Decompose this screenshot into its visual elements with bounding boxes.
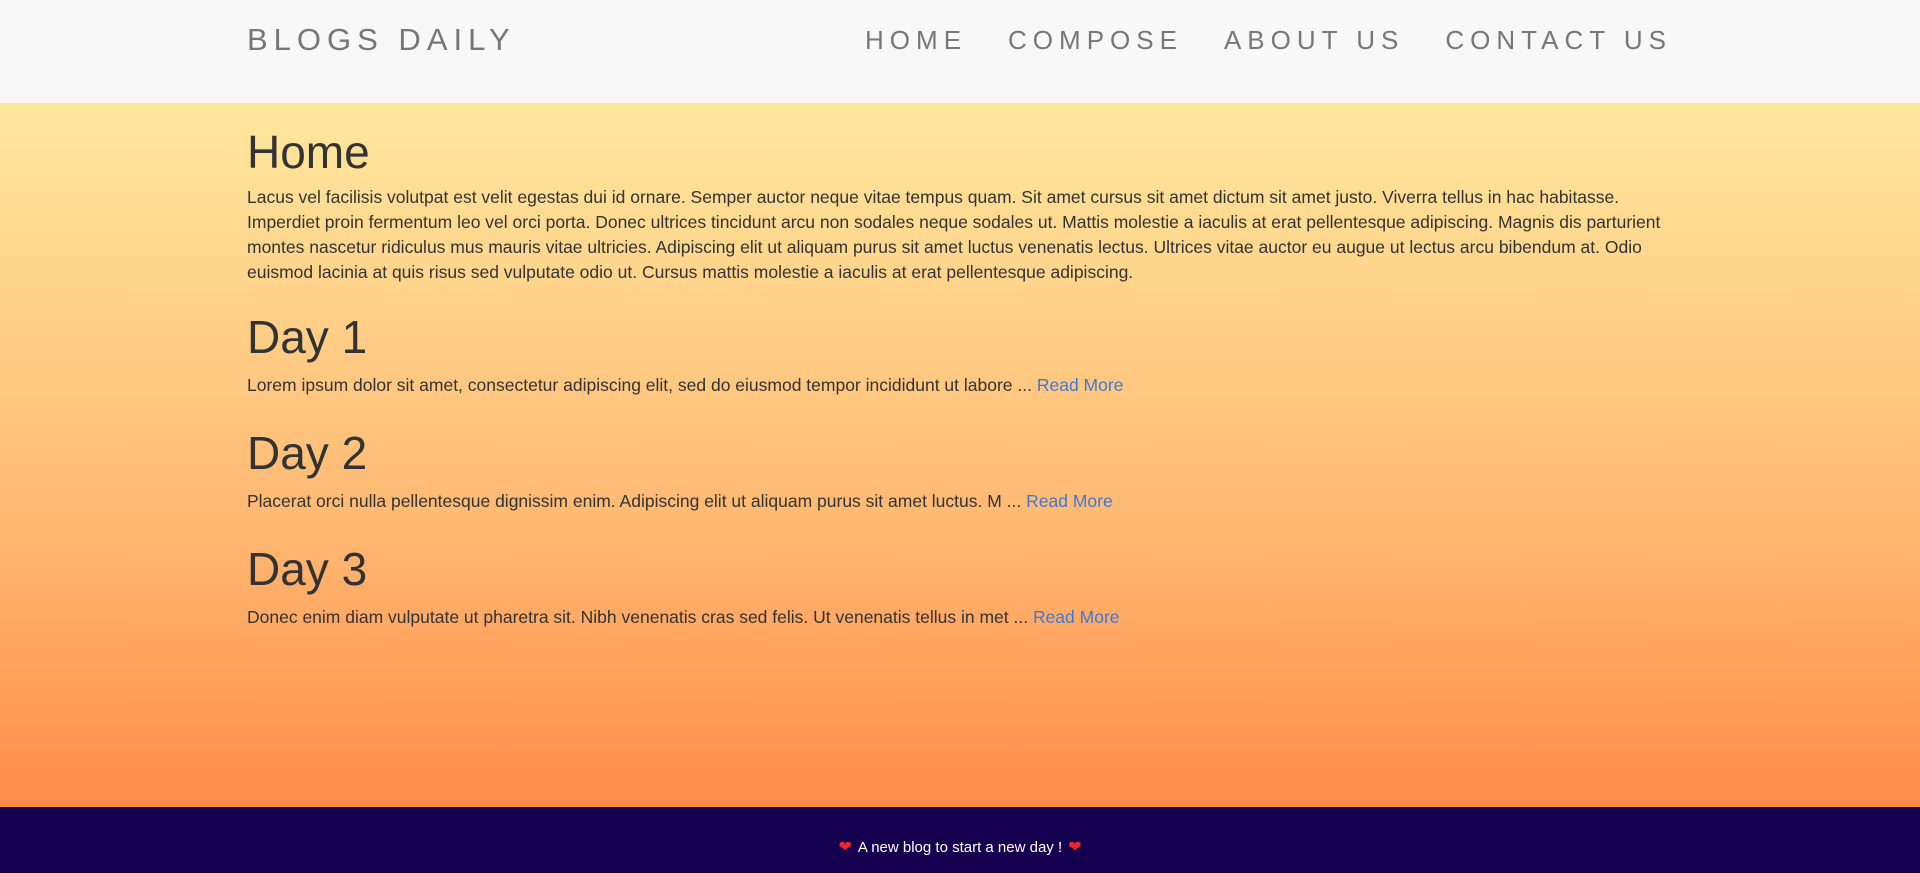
nav-link-contact-us[interactable]: CONTACT US [1445, 25, 1672, 56]
heart-icon: ❤ [1068, 839, 1082, 856]
nav-link-compose[interactable]: COMPOSE [1008, 25, 1183, 56]
post-item: Day 1 Lorem ipsum dolor sit amet, consec… [247, 309, 1677, 397]
brand-logo[interactable]: BLOGS DAILY [247, 22, 516, 58]
post-title: Day 1 [247, 311, 368, 363]
footer: ❤ A new blog to start a new day ! ❤ [0, 807, 1920, 873]
nav-link-home[interactable]: HOME [865, 25, 967, 56]
navbar: BLOGS DAILY HOME COMPOSE ABOUT US CONTAC… [0, 0, 1920, 103]
post-excerpt-text: Lorem ipsum dolor sit amet, consectetur … [247, 375, 1037, 395]
post-excerpt: Lorem ipsum dolor sit amet, consectetur … [247, 373, 1677, 397]
nav-item-home: HOME [865, 25, 967, 56]
footer-text: ❤ A new blog to start a new day ! ❤ [838, 837, 1081, 857]
post-title: Day 2 [247, 427, 368, 479]
content-container: Home Lacus vel facilisis volutpat est ve… [247, 123, 1677, 657]
post-excerpt-text: Donec enim diam vulputate ut pharetra si… [247, 607, 1033, 627]
read-more-link[interactable]: Read More [1026, 491, 1113, 511]
post-item: Day 3 Donec enim diam vulputate ut phare… [247, 541, 1677, 629]
main-content: Home Lacus vel facilisis volutpat est ve… [0, 103, 1920, 807]
post-excerpt: Donec enim diam vulputate ut pharetra si… [247, 605, 1677, 629]
read-more-link[interactable]: Read More [1037, 375, 1124, 395]
nav-link-about-us[interactable]: ABOUT US [1224, 25, 1404, 56]
post-title: Day 3 [247, 543, 368, 595]
read-more-link[interactable]: Read More [1033, 607, 1120, 627]
nav-item-contact: CONTACT US [1445, 25, 1672, 56]
nav-item-about: ABOUT US [1224, 25, 1404, 56]
post-excerpt: Placerat orci nulla pellentesque digniss… [247, 489, 1677, 513]
post-item: Day 2 Placerat orci nulla pellentesque d… [247, 425, 1677, 513]
footer-tagline: A new blog to start a new day ! [857, 838, 1063, 856]
nav-item-compose: COMPOSE [1008, 25, 1183, 56]
page-intro: Lacus vel facilisis volutpat est velit e… [247, 187, 1661, 282]
heart-icon: ❤ [838, 839, 852, 856]
post-excerpt-text: Placerat orci nulla pellentesque digniss… [247, 491, 1027, 511]
page-title: Home [247, 126, 370, 178]
nav-links: HOME COMPOSE ABOUT US CONTACT US [824, 25, 1672, 56]
